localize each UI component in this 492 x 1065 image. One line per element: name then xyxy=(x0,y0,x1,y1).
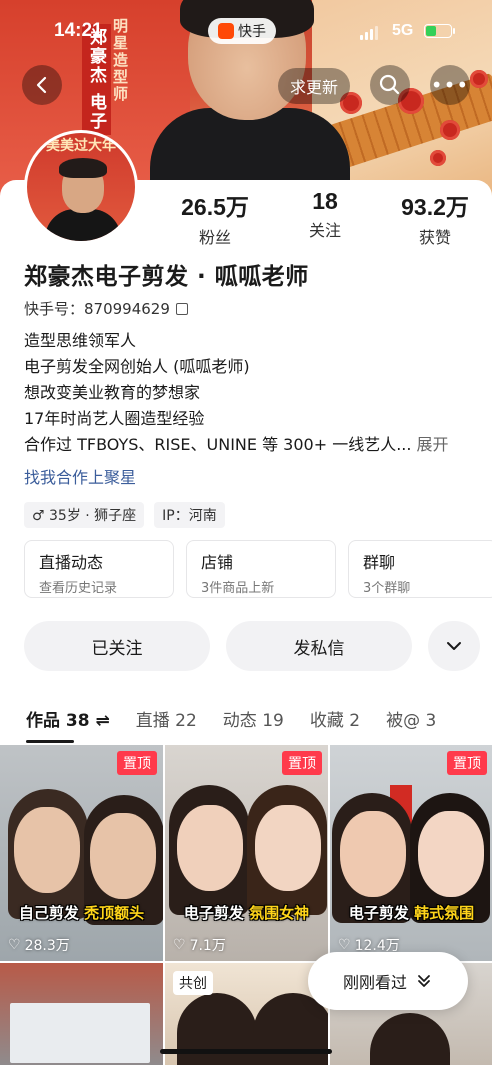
caption-white: 自己剪发 xyxy=(18,904,79,922)
video-caption: 自己剪发 秃顶额头 xyxy=(0,902,163,923)
bio-line: 17年时尚艺人圈造型经验 xyxy=(24,409,205,428)
home-indicator xyxy=(160,1049,332,1054)
stat-value: 18 xyxy=(312,188,338,214)
tile-title: 群聊 xyxy=(363,553,396,572)
more-dots-icon: ••• xyxy=(430,73,470,97)
stat-fans[interactable]: 26.5万 粉丝 xyxy=(160,188,270,248)
bio-line: 电子剪发全网创始人 (呱呱老师) xyxy=(24,357,250,376)
likes-count: 28.3万 xyxy=(24,938,70,954)
tile-subtitle: 3件商品上新 xyxy=(201,581,275,596)
stat-likes[interactable]: 93.2万 获赞 xyxy=(380,188,490,248)
heart-icon: ♡ xyxy=(8,937,21,953)
stat-label: 关注 xyxy=(308,221,341,240)
double-chevron-down-icon xyxy=(418,975,430,987)
pinned-badge: 置顶 xyxy=(447,751,487,775)
chevron-left-icon xyxy=(36,76,47,94)
stat-value: 26.5万 xyxy=(181,194,249,220)
followed-button[interactable]: 已关注 xyxy=(24,621,210,671)
action-row: 已关注 发私信 xyxy=(24,621,480,671)
heart-icon: ♡ xyxy=(338,937,351,953)
content-tabs: 作品 38 ⇌ 直播 22 动态 19 收藏 2 被@ 3 xyxy=(26,706,436,731)
tile-live-history[interactable]: 直播动态 查看历史记录 xyxy=(24,540,174,598)
tab-favorites[interactable]: 收藏 2 xyxy=(310,706,360,731)
back-button[interactable] xyxy=(22,65,62,105)
profile-bio: 造型思维领军人 电子剪发全网创始人 (呱呱老师) 想改变美业教育的梦想家 17年… xyxy=(24,328,449,458)
search-button[interactable] xyxy=(370,65,410,105)
tag-ip-location: IP：河南 xyxy=(154,502,225,528)
likes-count: 7.1万 xyxy=(189,938,226,954)
feature-tiles: 直播动态 查看历史记录 店铺 3件商品上新 群聊 3个群聊 xyxy=(24,540,492,598)
send-message-button[interactable]: 发私信 xyxy=(226,621,412,671)
avatar-banner-text: 美美过大年 xyxy=(46,138,116,154)
video-card[interactable]: 置顶 自己剪发 秃顶额头 ♡ 28.3万 xyxy=(0,745,163,961)
battery-icon xyxy=(424,24,455,38)
caption-yellow: 韩式氛围 xyxy=(414,904,475,922)
tile-subtitle: 查看历史记录 xyxy=(39,581,118,596)
caption-yellow: 氛围女神 xyxy=(249,904,310,922)
tab-live[interactable]: 直播 22 xyxy=(136,706,197,731)
profile-tags: ♂ 35岁 · 狮子座 IP：河南 xyxy=(24,502,225,528)
co-creation-badge: 共创 xyxy=(173,971,213,995)
app-name: 快手 xyxy=(238,23,266,39)
app-indicator: 快手 xyxy=(208,18,276,44)
active-tab-indicator xyxy=(26,740,74,743)
profile-name: 郑豪杰电子剪发 · 呱呱老师 xyxy=(24,264,309,290)
stats-row: 26.5万 粉丝 18 关注 93.2万 获赞 xyxy=(160,188,490,248)
tile-group-chat[interactable]: 群聊 3个群聊 xyxy=(348,540,492,598)
tab-works[interactable]: 作品 38 ⇌ xyxy=(26,706,110,731)
blossom-icon xyxy=(440,120,460,140)
blossom-icon xyxy=(470,70,488,88)
kuaishou-id-row: 快手号：870994629 xyxy=(24,298,188,319)
stat-label: 粉丝 xyxy=(198,228,231,247)
stat-label: 获赞 xyxy=(418,228,451,247)
more-button[interactable]: ••• xyxy=(430,65,470,105)
video-caption: 电子剪发 氛围女神 xyxy=(165,902,328,923)
signal-icon xyxy=(360,26,378,40)
video-card[interactable] xyxy=(0,963,163,1065)
caption-white: 电子剪发 xyxy=(348,904,409,922)
request-update-button[interactable]: 求更新 xyxy=(278,68,351,104)
cooperation-link[interactable]: 找我合作上聚星 xyxy=(24,464,136,488)
video-likes: ♡ 28.3万 xyxy=(8,935,70,955)
caption-yellow: 秃顶额头 xyxy=(84,904,145,922)
video-caption: 电子剪发 韩式氛围 xyxy=(330,902,492,923)
tile-title: 直播动态 xyxy=(39,553,104,572)
status-bar: 14:21 快手 5G xyxy=(0,18,492,48)
tab-moments[interactable]: 动态 19 xyxy=(223,706,284,731)
tile-subtitle: 3个群聊 xyxy=(363,581,411,596)
stat-value: 93.2万 xyxy=(401,194,469,220)
search-icon xyxy=(379,74,400,95)
blossom-icon xyxy=(430,150,446,166)
heart-icon: ♡ xyxy=(173,937,186,953)
bio-line-last: 合作过 TFBOYS、RISE、UNINE 等 300+ 一线艺人... 展开 xyxy=(24,432,449,458)
recently-viewed-label: 刚刚看过 xyxy=(342,973,407,992)
kuaishou-logo-icon xyxy=(218,23,234,39)
caption-white: 电子剪发 xyxy=(183,904,244,922)
bio-line: 想改变美业教育的梦想家 xyxy=(24,383,201,402)
kuaishou-id: 快手号：870994629 xyxy=(24,300,170,318)
network-type: 5G xyxy=(392,22,414,39)
copy-icon[interactable] xyxy=(175,302,188,315)
video-card[interactable]: 置顶 电子剪发 韩式氛围 ♡ 12.4万 xyxy=(330,745,492,961)
thumbnail-truck xyxy=(10,1003,150,1063)
video-likes: ♡ 7.1万 xyxy=(173,935,226,955)
tile-title: 店铺 xyxy=(201,553,234,572)
tab-mentions[interactable]: 被@ 3 xyxy=(386,706,436,731)
video-card[interactable]: 置顶 电子剪发 氛围女神 ♡ 7.1万 xyxy=(165,745,328,961)
expand-actions-button[interactable] xyxy=(428,621,480,671)
pinned-badge: 置顶 xyxy=(117,751,157,775)
tag-age-zodiac: ♂ 35岁 · 狮子座 xyxy=(24,502,145,528)
recently-viewed-button[interactable]: 刚刚看过 xyxy=(308,952,468,1010)
tile-shop[interactable]: 店铺 3件商品上新 xyxy=(186,540,336,598)
pinned-badge: 置顶 xyxy=(282,751,322,775)
bio-line: 合作过 TFBOYS、RISE、UNINE 等 300+ 一线艺人... xyxy=(24,435,412,454)
avatar[interactable]: 美美过大年 xyxy=(24,130,138,244)
stat-following[interactable]: 18 关注 xyxy=(270,188,380,248)
chevron-down-icon xyxy=(447,642,461,650)
bio-line: 造型思维领军人 xyxy=(24,331,137,350)
status-time: 14:21 xyxy=(54,20,103,41)
expand-bio-link[interactable]: 展开 xyxy=(417,435,449,454)
